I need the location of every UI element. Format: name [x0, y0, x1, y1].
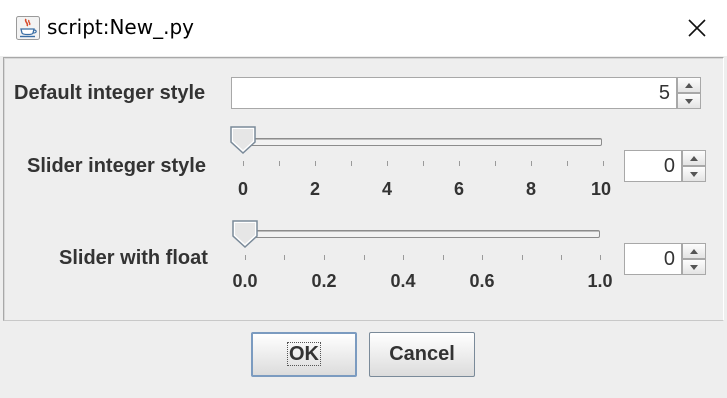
default-integer-field[interactable]: 5 — [231, 77, 677, 109]
slider-float-value-field[interactable]: 0 — [624, 243, 682, 275]
chevron-down-icon — [685, 99, 693, 104]
tick — [387, 161, 388, 166]
tick — [522, 255, 523, 260]
slider-float-track[interactable] — [240, 230, 600, 238]
decrement-button[interactable] — [682, 259, 706, 275]
tick-label: 2 — [309, 179, 321, 199]
slider-integer-spinner — [682, 150, 706, 182]
form-panel: Default integer style 5 Slider integer s… — [3, 57, 724, 321]
tick — [324, 255, 325, 260]
title-bar: script:New_.py — [0, 0, 727, 56]
tick — [279, 161, 280, 166]
tick — [243, 161, 244, 166]
slider-float-thumb[interactable] — [232, 220, 258, 248]
window-title: script:New_.py — [47, 15, 194, 39]
tick — [443, 255, 444, 260]
increment-button[interactable] — [682, 243, 706, 259]
java-cup-icon — [16, 16, 40, 40]
tick-label: 0.6 — [469, 271, 495, 291]
slider-integer-track[interactable] — [240, 138, 602, 146]
increment-button[interactable] — [677, 77, 701, 93]
chevron-down-icon — [690, 265, 698, 270]
slider-float-spinner — [682, 243, 706, 275]
slider-integer-value-field[interactable]: 0 — [624, 150, 682, 182]
tick — [284, 255, 285, 260]
slider-integer-thumb[interactable] — [230, 126, 256, 154]
tick — [603, 161, 604, 166]
tick — [482, 255, 483, 260]
decrement-button[interactable] — [682, 166, 706, 182]
default-integer-spinner — [677, 77, 701, 109]
chevron-up-icon — [685, 83, 693, 88]
tick-label: 6 — [453, 179, 465, 199]
tick — [531, 161, 532, 166]
tick — [351, 161, 352, 166]
cancel-button[interactable]: Cancel — [369, 332, 475, 377]
chevron-down-icon — [690, 172, 698, 177]
tick-label: 0 — [237, 179, 249, 199]
tick — [423, 161, 424, 166]
tick-label: 0.4 — [390, 271, 416, 291]
tick — [600, 255, 601, 260]
tick-label: 1.0 — [587, 271, 613, 291]
slider-integer-label: Slider integer style — [27, 155, 206, 177]
tick — [561, 255, 562, 260]
default-integer-label: Default integer style — [14, 82, 206, 104]
tick-label: 0.0 — [232, 271, 258, 291]
tick — [364, 255, 365, 260]
tick — [315, 161, 316, 166]
tick-label: 0.2 — [311, 271, 337, 291]
tick — [403, 255, 404, 260]
ok-button-label: OK — [287, 342, 321, 366]
cancel-button-label: Cancel — [389, 343, 455, 365]
tick — [567, 161, 568, 166]
increment-button[interactable] — [682, 150, 706, 166]
tick-label: 4 — [381, 179, 393, 199]
ok-button[interactable]: OK — [251, 332, 357, 377]
tick — [495, 161, 496, 166]
decrement-button[interactable] — [677, 93, 701, 109]
close-icon[interactable] — [685, 16, 709, 40]
chevron-up-icon — [690, 249, 698, 254]
tick — [459, 161, 460, 166]
tick-label: 10 — [590, 179, 612, 199]
chevron-up-icon — [690, 156, 698, 161]
tick-label: 8 — [525, 179, 537, 199]
tick — [245, 255, 246, 260]
slider-float-label: Slider with float — [59, 247, 208, 269]
